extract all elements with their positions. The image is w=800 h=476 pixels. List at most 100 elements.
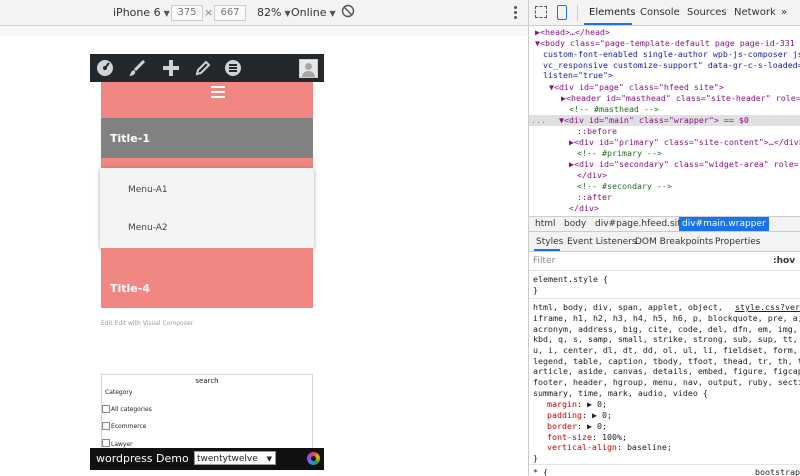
add-new-icon[interactable] bbox=[162, 59, 180, 77]
menu-item-title-4[interactable]: Title-4 bbox=[101, 248, 313, 308]
css-declaration[interactable]: padding: ▶ 0; bbox=[547, 410, 612, 421]
dom-node[interactable]: ▶<div id="secondary" class="widget-area"… bbox=[569, 159, 799, 170]
device-toolbar: iPhone 6 ▼ 375 × 667 82% ▼ Online ▼ bbox=[0, 0, 528, 26]
network-throttle-select[interactable]: Online ▼ bbox=[291, 6, 336, 19]
checkbox[interactable] bbox=[102, 422, 110, 430]
category-option-label: All categories bbox=[111, 406, 152, 413]
devtools-tabbar: Elements Console Sources Network » bbox=[529, 0, 800, 26]
edit-link[interactable]: Edit Edit with Visual Composer bbox=[101, 320, 193, 327]
category-option[interactable]: Ecommerce bbox=[102, 422, 222, 432]
rule-selector: iframe, h1, h2, h3, h4, h5, h6, p, block… bbox=[533, 313, 800, 323]
css-value: baseline; bbox=[626, 442, 672, 452]
submenu-dropdown: Menu-A1 Menu-A2 bbox=[100, 168, 314, 248]
dom-node-attr: custom-font-enabled single-author wpb-js… bbox=[543, 49, 800, 59]
device-toggle-icon[interactable] bbox=[557, 5, 567, 20]
more-tabs-icon[interactable]: » bbox=[781, 7, 787, 18]
active-tab-indicator bbox=[534, 249, 560, 251]
rule-selector: u, i, center, dl, dt, dd, ol, ul, li, fi… bbox=[533, 345, 798, 355]
user-avatar[interactable] bbox=[299, 59, 318, 78]
rule-close: } bbox=[533, 453, 538, 463]
divider bbox=[529, 464, 800, 465]
tab-event-listeners[interactable]: Event Listeners bbox=[567, 237, 637, 247]
rule-selector: summary, time, mark, audio, video { bbox=[533, 388, 708, 398]
rule-selector: html, body, div, span, applet, object, bbox=[533, 302, 723, 312]
css-declaration[interactable]: vertical-align: baseline; bbox=[547, 442, 672, 453]
tab-sources[interactable]: Sources bbox=[687, 7, 727, 18]
dom-comment: <!-- #masthead --> bbox=[569, 104, 659, 114]
theme-select-value: twentytwelve bbox=[197, 454, 258, 464]
css-declaration[interactable]: border: ▶ 0; bbox=[547, 421, 607, 432]
dom-node[interactable]: ▶<div id="primary" class="site-content">… bbox=[569, 137, 800, 148]
tab-styles[interactable]: Styles bbox=[536, 237, 563, 247]
dom-node[interactable]: </div> bbox=[577, 170, 607, 181]
rotate-icon[interactable] bbox=[341, 4, 355, 21]
rule-close: } bbox=[533, 285, 538, 295]
dom-pseudo[interactable]: ::after bbox=[577, 192, 612, 203]
checkbox[interactable] bbox=[102, 439, 110, 447]
category-option-label: Lawyer bbox=[111, 441, 133, 448]
breadcrumb-item[interactable]: div#page.hfeed.site bbox=[595, 219, 686, 229]
dom-gutter: ... bbox=[531, 115, 546, 125]
dom-node[interactable]: ▼<body class="page-template-default page… bbox=[535, 38, 795, 49]
tab-elements[interactable]: Elements bbox=[589, 7, 636, 18]
device-height-input[interactable]: 667 bbox=[214, 5, 246, 21]
styles-filter[interactable]: Filter :hov bbox=[529, 252, 800, 271]
chevron-down-icon: ▼ bbox=[266, 455, 272, 463]
category-option[interactable]: All categories bbox=[102, 405, 222, 415]
dom-node[interactable]: ▶<head>…</head> bbox=[535, 27, 610, 38]
menu-item-title-1[interactable]: Title-1 bbox=[101, 118, 313, 158]
submenu-item-a2[interactable]: Menu-A2 bbox=[128, 223, 168, 233]
dashboard-icon[interactable] bbox=[96, 59, 114, 77]
site-brand: wordpress Demo bbox=[96, 452, 189, 465]
checkbox[interactable] bbox=[102, 405, 110, 413]
dom-node-selected[interactable]: ▼<div id="main" class="wrapper"> == $0 bbox=[559, 115, 749, 126]
theme-switcher-bar: wordpress Demo twentytwelve ▼ bbox=[90, 448, 324, 470]
tab-properties[interactable]: Properties bbox=[715, 237, 760, 247]
css-property: vertical-align bbox=[547, 442, 617, 452]
universal-rule[interactable]: * { bbox=[533, 467, 548, 476]
submenu-item-a1[interactable]: Menu-A1 bbox=[128, 185, 168, 195]
breadcrumb-item[interactable]: html bbox=[535, 219, 556, 229]
theme-select[interactable]: twentytwelve ▼ bbox=[194, 451, 276, 465]
styles-subtabs: Styles Event Listeners DOM Breakpoints P… bbox=[529, 232, 800, 252]
chevron-down-icon: ▼ bbox=[284, 9, 291, 18]
rule-source-link[interactable]: style.css?ver bbox=[735, 302, 800, 313]
tab-network[interactable]: Network bbox=[734, 7, 776, 18]
customize-brush-icon[interactable] bbox=[128, 59, 146, 77]
hover-state-toggle[interactable]: :hov bbox=[773, 256, 795, 266]
rule-selector: kbd, q, s, samp, small, strike, strong, … bbox=[533, 334, 798, 344]
search-widget: search Category All categories Ecommerce… bbox=[101, 374, 313, 454]
dom-pseudo[interactable]: ::before bbox=[577, 126, 617, 137]
more-options-icon[interactable] bbox=[514, 6, 517, 21]
dom-node[interactable]: ▼<div id="page" class="hfeed site"> bbox=[549, 82, 724, 93]
chevron-down-icon: ▼ bbox=[163, 9, 170, 18]
breadcrumb-item[interactable]: body bbox=[564, 219, 586, 229]
nav-bar bbox=[101, 82, 313, 118]
filter-input[interactable]: Filter bbox=[533, 256, 555, 266]
color-wheel-icon[interactable] bbox=[307, 452, 320, 465]
device-width-input[interactable]: 375 bbox=[171, 5, 203, 21]
divider bbox=[529, 298, 800, 299]
device-name: iPhone 6 bbox=[113, 6, 161, 19]
tab-dom-breakpoints[interactable]: DOM Breakpoints bbox=[635, 237, 713, 247]
css-declaration[interactable]: margin: ▶ 0; bbox=[547, 399, 607, 410]
zoom-select[interactable]: 82% ▼ bbox=[257, 6, 291, 19]
rule-source-link[interactable]: bootstrap bbox=[755, 467, 800, 476]
css-property: margin bbox=[547, 399, 577, 409]
category-option-label: Ecommerce bbox=[111, 423, 147, 430]
hamburger-menu-icon[interactable] bbox=[211, 86, 225, 101]
element-style-rule[interactable]: element.style { bbox=[533, 274, 608, 285]
tab-console[interactable]: Console bbox=[640, 7, 680, 18]
dom-node[interactable]: </div> bbox=[569, 203, 599, 214]
dom-node-attr: listen="true"> bbox=[543, 70, 613, 80]
styles-pane: element.style { } style.css?ver html, bo… bbox=[529, 270, 800, 476]
zoom-level: 82% bbox=[257, 6, 282, 19]
dom-comment: <!-- #secondary --> bbox=[577, 181, 672, 191]
chevron-down-icon: ▼ bbox=[329, 9, 336, 18]
device-select[interactable]: iPhone 6 ▼ bbox=[113, 6, 170, 19]
edit-pencil-icon[interactable] bbox=[194, 59, 212, 77]
composer-icon[interactable] bbox=[224, 59, 242, 77]
breadcrumb-item-active[interactable]: div#main.wrapper bbox=[679, 217, 769, 231]
dom-node[interactable]: ▶<header id="masthead" class="site-heade… bbox=[561, 93, 800, 104]
inspect-element-icon[interactable] bbox=[535, 6, 547, 18]
